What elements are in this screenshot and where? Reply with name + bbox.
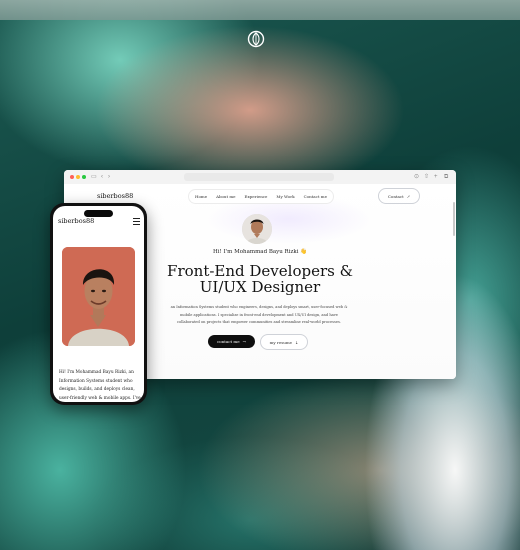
resume-button[interactable]: my resume ⤓ — [260, 334, 308, 350]
forward-arrow-icon[interactable]: › — [108, 173, 110, 181]
contact-me-button[interactable]: contact me → — [208, 335, 255, 348]
minimize-window-icon[interactable] — [76, 175, 80, 179]
send-icon: ↗ — [406, 193, 411, 199]
site-brand[interactable]: siberbos88 — [97, 192, 133, 200]
close-window-icon[interactable] — [70, 175, 74, 179]
nav-item-about[interactable]: About me — [216, 194, 235, 199]
share-icon[interactable]: ⇧ — [424, 173, 429, 181]
mobile-screen: siberbos88 Hi! I'm Mohammad Bayu Rizki, … — [53, 206, 144, 402]
download-arrow-icon: ⤓ — [295, 339, 299, 345]
back-arrow-icon[interactable]: ‹ — [101, 173, 103, 181]
avatar — [242, 214, 272, 244]
contact-button-label: Contact — [387, 193, 404, 199]
mobile-phone-frame: siberbos88 Hi! I'm Mohammad Bayu Rizki, … — [50, 203, 147, 405]
resume-label: my resume — [269, 339, 293, 345]
hero-description: an Information Systems student who engin… — [170, 305, 348, 324]
page-scrollbar[interactable] — [453, 202, 455, 236]
nav-item-contact[interactable]: Contact me — [304, 194, 327, 199]
dynamic-island — [84, 210, 113, 217]
new-tab-icon[interactable]: + — [434, 173, 438, 181]
nav-item-experience[interactable]: Experience — [245, 194, 268, 199]
portrait-image — [242, 214, 272, 244]
mobile-intro-text: Hi! I'm Mohammad Bayu Rizki, an Informat… — [59, 370, 141, 401]
portrait-image — [62, 247, 135, 346]
browser-toolbar: ▭ ‹ › ◐ ⊙ ⇧ + ⧉ — [64, 170, 456, 185]
contact-button[interactable]: Contact ↗ — [378, 188, 420, 204]
hamburger-menu-icon[interactable] — [133, 218, 140, 227]
profile-photo — [62, 247, 135, 346]
contact-me-label: contact me — [217, 339, 240, 344]
tabs-overview-icon[interactable]: ⧉ — [444, 173, 448, 181]
nav-item-home[interactable]: Home — [195, 194, 207, 199]
main-nav: Home About me Experience My Work Contact… — [189, 190, 333, 203]
address-bar[interactable] — [184, 173, 334, 181]
mobile-site-brand[interactable]: siberbos88 — [58, 217, 94, 225]
sidebar-toggle-icon[interactable]: ▭ — [91, 173, 97, 181]
download-icon[interactable]: ⊙ — [414, 173, 419, 181]
maximize-window-icon[interactable] — [82, 175, 86, 179]
leaf-seal-icon — [247, 30, 265, 48]
nav-item-work[interactable]: My Work — [276, 194, 294, 199]
top-strip — [0, 0, 520, 20]
arrow-right-icon: → — [242, 339, 246, 344]
